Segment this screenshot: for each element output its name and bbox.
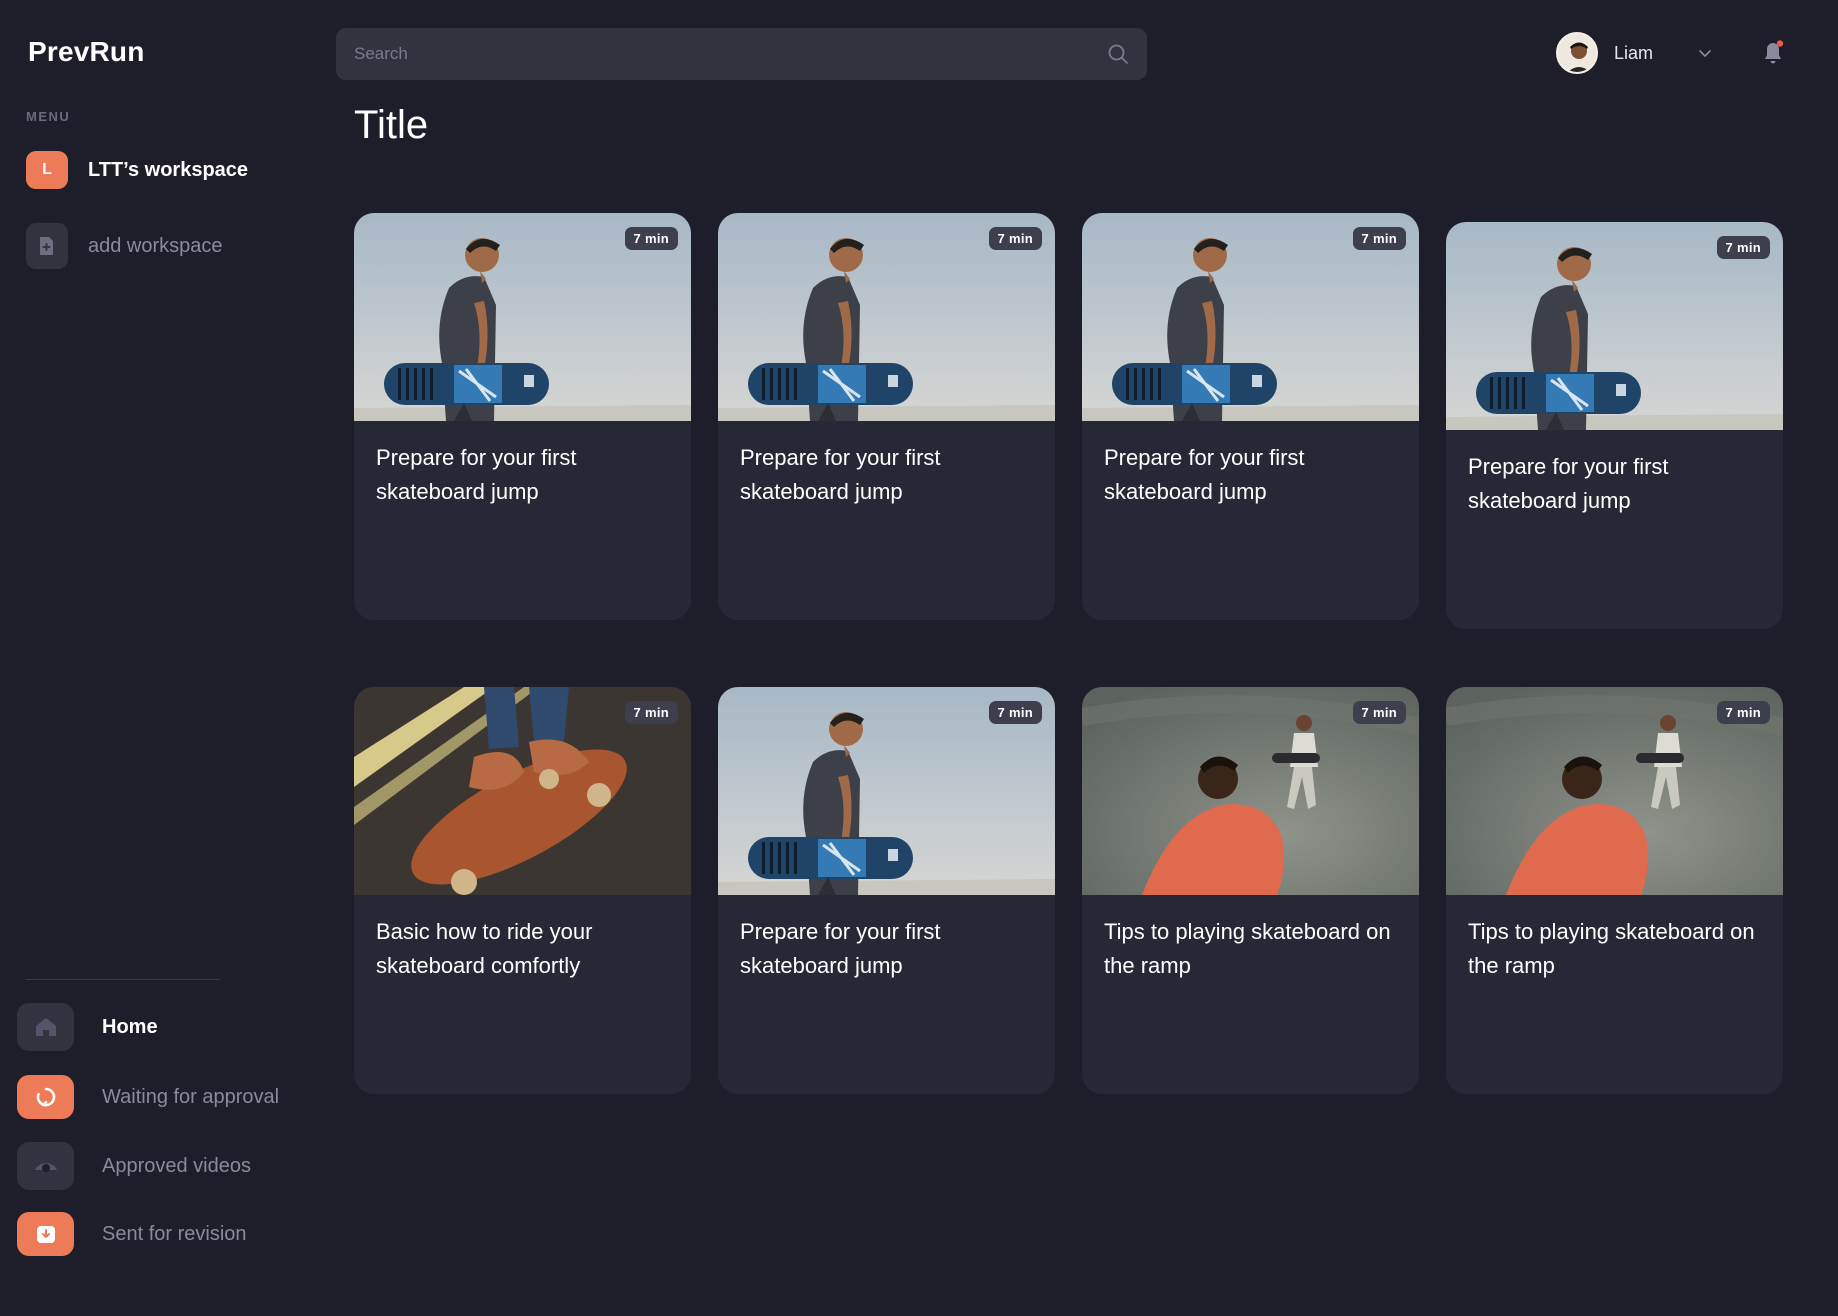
nav-item-label: Waiting for approval [102,1085,280,1108]
notification-dot [1776,40,1784,47]
menu-section-label: MENU [26,109,71,124]
nav-item-waiting-for-approval[interactable]: Waiting for approval [17,1075,279,1119]
workspace-item-ltt[interactable]: L LTT’s workspace [26,151,248,189]
workspace-avatar: L [26,151,68,189]
download-icon [17,1212,74,1256]
app-logo[interactable]: PrevRun [28,36,145,68]
video-title: Prepare for your first skateboard jump [376,445,577,504]
nav-item-sent-for-revision[interactable]: Sent for revision [17,1212,247,1256]
search-icon[interactable] [1107,43,1129,65]
add-workspace-icon [26,223,68,269]
workspace-label: LTT’s workspace [88,158,249,181]
video-title: Prepare for your first skateboard jump [740,445,941,504]
nav-item-approved-videos[interactable]: Approved videos [17,1142,251,1190]
video-thumbnail[interactable]: 7 min [1082,213,1419,421]
video-thumbnail[interactable]: 7 min [718,213,1055,421]
video-card[interactable]: 7 min Prepare for your first skateboard … [1446,222,1783,629]
app-root: PrevRun MENU L LTT’s workspace add works… [0,0,1838,1316]
video-card[interactable]: 7 min Prepare for your first skateboard … [718,213,1055,620]
nav-item-home[interactable]: Home [17,1003,158,1051]
add-workspace-label: add workspace [88,234,223,257]
video-thumbnail[interactable]: 7 min [354,213,691,421]
video-title: Tips to playing skateboard on the ramp [1468,919,1755,978]
avatar [1556,32,1598,74]
video-thumbnail[interactable]: 7 min [1082,687,1419,895]
duration-badge: 7 min [624,701,678,724]
video-title: Prepare for your first skateboard jump [1468,454,1669,513]
home-icon [17,1003,74,1051]
duration-badge: 7 min [988,227,1042,250]
video-card[interactable]: 7 min Basic how to ride your skateboard … [354,687,691,1094]
bell-icon[interactable] [1761,40,1785,66]
add-workspace-button[interactable]: add workspace [26,223,223,269]
video-card[interactable]: 7 min Prepare for your first skateboard … [354,213,691,620]
chevron-down-icon[interactable] [1697,45,1713,61]
nav-item-label: Home [102,1015,158,1038]
search-bar[interactable] [336,28,1147,80]
video-thumbnail[interactable]: 7 min [718,687,1055,895]
video-thumbnail[interactable]: 7 min [1446,687,1783,895]
nav-item-label: Approved videos [102,1154,251,1177]
eye-icon [17,1142,74,1190]
video-card[interactable]: 7 min Prepare for your first skateboard … [1082,213,1419,620]
video-title: Prepare for your first skateboard jump [1104,445,1305,504]
video-card[interactable]: 7 min Tips to playing skateboard on the … [1446,687,1783,1094]
video-title: Tips to playing skateboard on the ramp [1104,919,1391,978]
video-title: Basic how to ride your skateboard comfor… [376,919,593,978]
duration-badge: 7 min [1716,701,1770,724]
video-card[interactable]: 7 min Tips to playing skateboard on the … [1082,687,1419,1094]
duration-badge: 7 min [1352,227,1406,250]
user-menu[interactable]: Liam [1556,32,1713,74]
refresh-icon [17,1075,74,1119]
nav-item-label: Sent for revision [102,1222,247,1245]
file-add-icon [40,237,53,255]
sidebar-divider [26,979,220,980]
duration-badge: 7 min [988,701,1042,724]
duration-badge: 7 min [1716,236,1770,259]
user-name: Liam [1614,42,1654,63]
video-thumbnail[interactable]: 7 min [354,687,691,895]
video-thumbnail[interactable]: 7 min [1446,222,1783,430]
duration-badge: 7 min [624,227,678,250]
duration-badge: 7 min [1352,701,1406,724]
search-input[interactable] [354,44,1107,64]
video-title: Prepare for your first skateboard jump [740,919,941,978]
video-card[interactable]: 7 min Prepare for your first skateboard … [718,687,1055,1094]
page-title: Title [354,103,429,147]
